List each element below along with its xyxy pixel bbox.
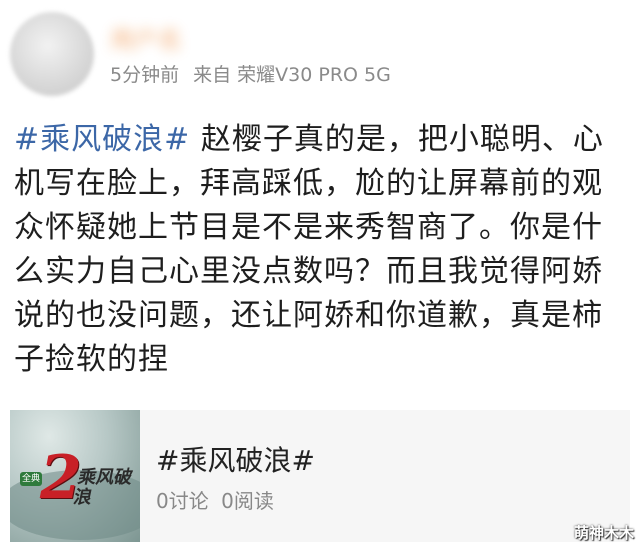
- post-time: 5分钟前: [110, 64, 180, 86]
- thumbnail-logo: 乘风破浪: [71, 467, 135, 508]
- topic-thumbnail: 2 全典 乘风破浪: [10, 410, 140, 542]
- topic-title[interactable]: #乘风破浪#: [156, 444, 315, 478]
- post-content: #乘风破浪# 赵樱子真的是，把小聪明、心机写在脸上，拜高踩低，尬的让屏幕前的观众…: [14, 118, 626, 382]
- topic-card[interactable]: 2 全典 乘风破浪 #乘风破浪# 0讨论 0阅读: [10, 410, 630, 542]
- thumbnail-badge: 全典: [20, 472, 42, 486]
- hashtag-link[interactable]: #乘风破浪#: [14, 122, 190, 157]
- watermark: 萌神木木: [573, 524, 634, 542]
- post-text: 赵樱子真的是，把小聪明、心机写在脸上，拜高踩低，尬的让屏幕前的观众怀疑她上节目是…: [14, 122, 604, 377]
- discussion-count: 0讨论: [156, 489, 209, 513]
- weibo-post: 用户名 5分钟前 来自 荣耀V30 PRO 5G #乘风破浪# 赵樱子真的是，把…: [0, 0, 640, 548]
- post-source: 来自 荣耀V30 PRO 5G: [193, 64, 391, 86]
- topic-stats: 0讨论 0阅读: [156, 488, 274, 514]
- post-meta: 5分钟前 来自 荣耀V30 PRO 5G: [110, 62, 391, 88]
- avatar[interactable]: [10, 12, 94, 96]
- read-count: 0阅读: [221, 489, 274, 513]
- username[interactable]: 用户名: [110, 26, 310, 54]
